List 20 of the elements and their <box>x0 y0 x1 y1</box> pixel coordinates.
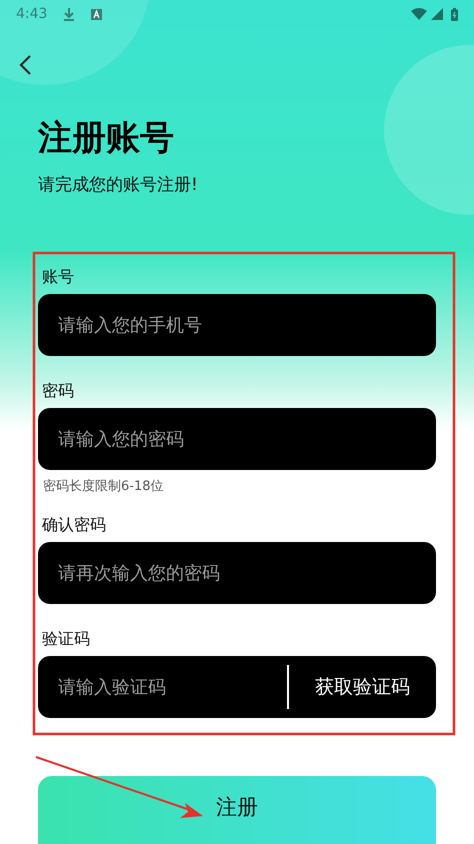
get-code-button[interactable]: 获取验证码 <box>287 665 436 710</box>
page-title: 注册账号 <box>38 118 175 159</box>
field-label: 账号 <box>42 266 75 288</box>
input-field[interactable]: 请输入您的密码 <box>38 408 436 470</box>
field-label: 验证码 <box>42 628 91 650</box>
keyboard-icon <box>91 8 102 20</box>
input-field[interactable]: 请输入您的手机号 <box>38 294 436 356</box>
download-icon <box>63 7 76 21</box>
page-subtitle: 请完成您的账号注册! <box>38 174 199 197</box>
register-button[interactable]: 注册 <box>38 776 436 844</box>
battery-icon <box>451 8 458 20</box>
field-label: 密码 <box>42 380 75 402</box>
field-hint: 密码长度限制6-18位 <box>43 478 165 496</box>
back-icon <box>18 54 32 76</box>
status-time: 4:43 <box>16 4 48 24</box>
signal-icon <box>431 8 443 20</box>
input-field[interactable]: 请再次输入您的密码 <box>38 542 436 604</box>
field-label: 确认密码 <box>42 514 107 536</box>
wifi-icon <box>411 8 427 20</box>
code-field[interactable]: 请输入验证码 获取验证码 <box>38 656 436 718</box>
